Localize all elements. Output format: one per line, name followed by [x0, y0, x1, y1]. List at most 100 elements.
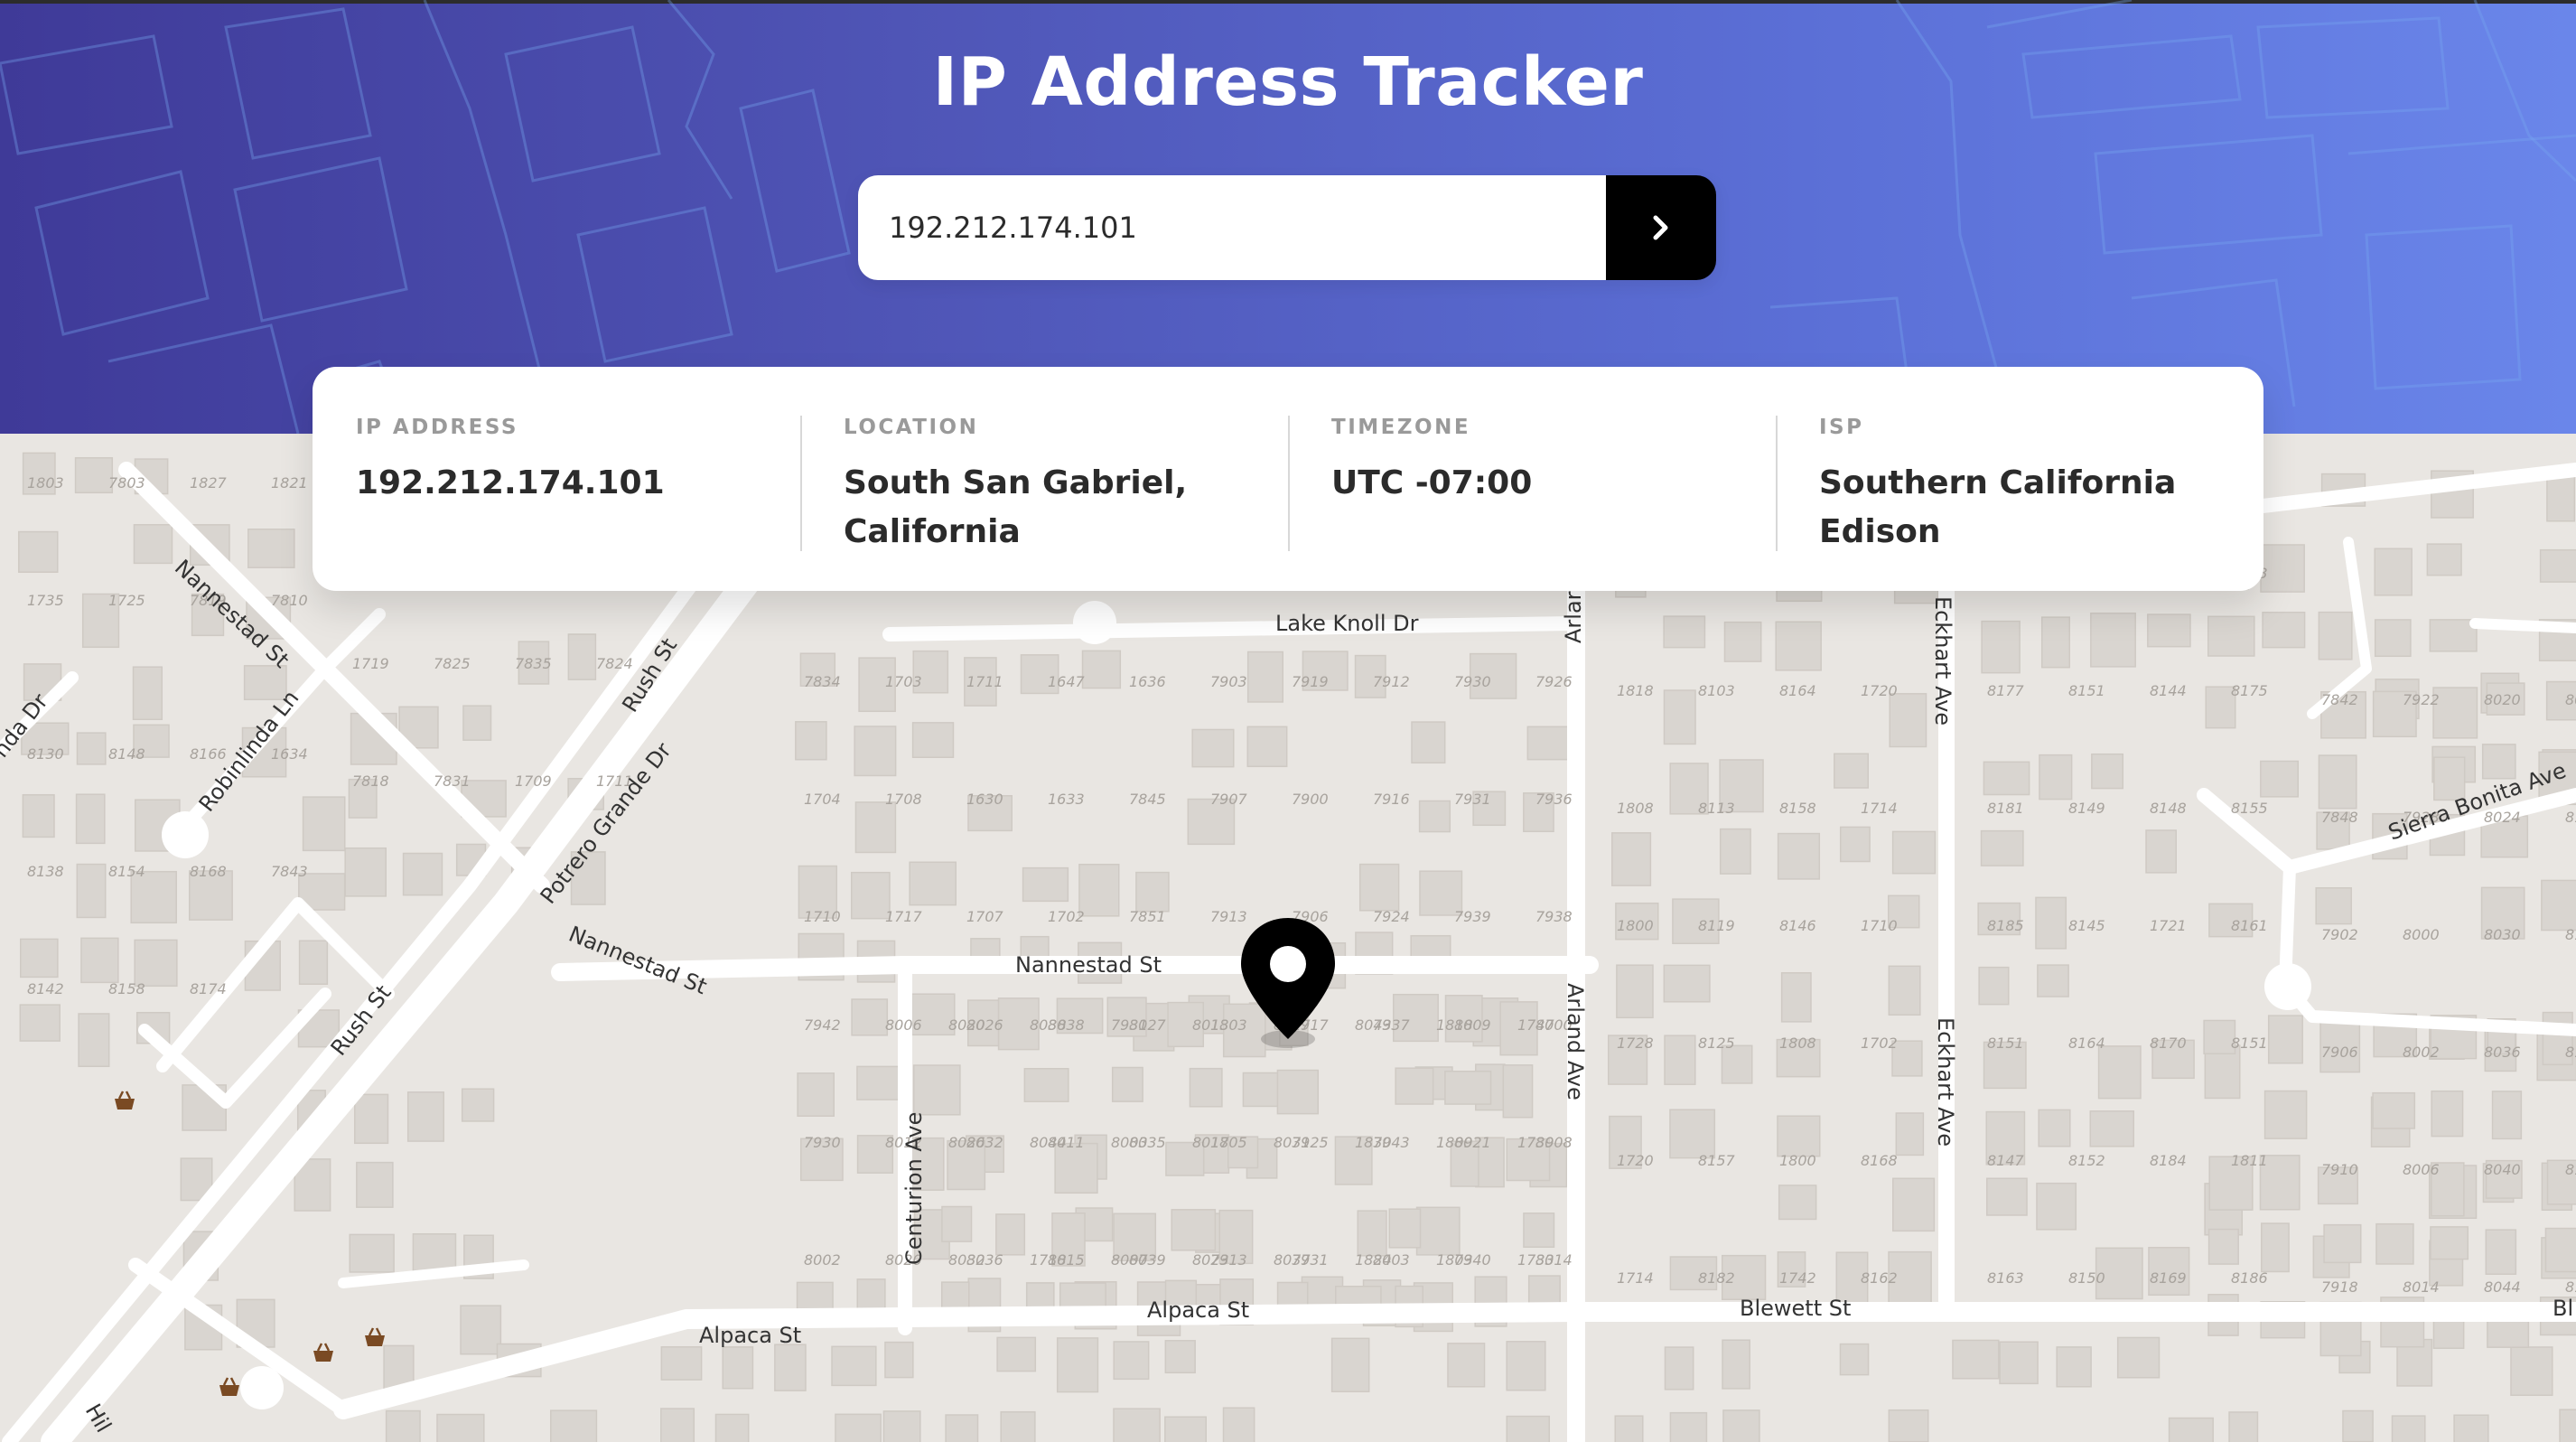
building-number: 1647 [1048, 673, 1086, 690]
building-number: 1703 [885, 673, 922, 690]
building [1777, 832, 1821, 880]
building [1888, 965, 1921, 1016]
street-label: Nannestad St [1015, 952, 1162, 978]
building [1357, 1210, 1387, 1257]
street-label: Arland Ave [1563, 983, 1588, 1100]
building [1614, 1415, 1644, 1442]
building [1891, 830, 1937, 875]
building-number: 7843 [271, 863, 308, 880]
building [78, 1013, 110, 1068]
cul-de-sac [162, 811, 209, 858]
building [1980, 829, 2024, 866]
street-label: Lake Knoll Dr [1275, 611, 1419, 636]
building [1330, 1337, 1370, 1392]
building-number: 1708 [885, 791, 922, 808]
building-number: 7842 [2321, 691, 2358, 708]
building [2116, 1336, 2161, 1379]
building-number: 8148 [2150, 800, 2187, 817]
building [1506, 1341, 1546, 1391]
building [354, 1093, 389, 1145]
isp-label: ISP [1819, 416, 1864, 439]
building-number: 7906 [2321, 1044, 2358, 1061]
building [1719, 828, 1751, 875]
building-number: 1821 [271, 474, 308, 492]
building [2267, 1015, 2303, 1064]
ip-search-input[interactable] [858, 175, 1606, 280]
building [1722, 1409, 1760, 1442]
building-number: 7924 [1373, 908, 1410, 925]
building-number: 7919 [1292, 673, 1329, 690]
building [2040, 616, 2070, 669]
building-number: 8182 [1698, 1269, 1735, 1287]
building-number: 8006 [885, 1016, 922, 1034]
location-label: LOCATION [844, 416, 979, 439]
building [460, 1305, 502, 1355]
building-number: 7824 [596, 655, 633, 672]
building [941, 1205, 973, 1242]
building-number: 8006 [2403, 1161, 2440, 1178]
building-number: 1702 [1048, 908, 1085, 925]
building-number: 1824 [1355, 1251, 1392, 1269]
building-number: 1720 [1861, 682, 1898, 699]
building [856, 1065, 900, 1100]
building [2038, 1109, 2071, 1147]
building [2261, 1222, 2290, 1273]
building [76, 863, 107, 919]
building [1191, 728, 1235, 768]
ip-address-value: 192.212.174.101 [356, 464, 665, 501]
building-number: 8138 [27, 863, 64, 880]
search-submit-button[interactable] [1606, 175, 1716, 280]
building [2323, 1223, 2362, 1264]
building [2260, 760, 2300, 798]
building-number: 1747 [1517, 1016, 1555, 1034]
building-number: 8158 [108, 980, 145, 997]
building-number: 8147 [1987, 1152, 2025, 1169]
building [402, 852, 443, 896]
street-label: Blewett St [1740, 1296, 1851, 1321]
building-number: 7825 [434, 655, 471, 672]
building-number: 7902 [2321, 926, 2358, 943]
building-number: 1711 [966, 673, 1003, 690]
building [1978, 966, 2010, 1006]
building [1981, 620, 2021, 674]
building [2039, 754, 2073, 801]
building-number: 8152 [2068, 1152, 2105, 1169]
building [2539, 548, 2576, 583]
building [1506, 1415, 1550, 1442]
building [912, 1064, 961, 1116]
building [1834, 753, 1870, 789]
building-number: 8170 [2150, 1035, 2187, 1052]
building-number: 8026 [2565, 691, 2576, 708]
building [1892, 1177, 1936, 1232]
building [134, 939, 178, 988]
building [2318, 754, 2357, 810]
building [835, 1413, 882, 1442]
building-number: 8142 [27, 980, 64, 997]
building-number: 1636 [1129, 673, 1166, 690]
building-number: 8020 [2484, 691, 2521, 708]
building [2089, 1110, 2134, 1147]
building-number: 8175 [2231, 682, 2268, 699]
building [1669, 1411, 1708, 1442]
building [2481, 744, 2516, 780]
location-pin-icon[interactable] [1237, 914, 1339, 1050]
building [20, 938, 59, 978]
building-number: 8014 [2403, 1278, 2440, 1296]
building [1388, 1208, 1422, 1249]
building-number: 1707 [966, 908, 1004, 925]
building-number: 8157 [1698, 1152, 1736, 1169]
building-number: 8148 [108, 745, 145, 763]
building-number: 8037 [1274, 1251, 1311, 1269]
building [996, 1336, 1037, 1372]
building [995, 1213, 1026, 1256]
building-number: 7900 [1292, 791, 1329, 808]
building-number: 8044 [2484, 1278, 2521, 1296]
building-number: 8112 [2565, 1044, 2576, 1061]
building-number: 1803 [27, 474, 64, 492]
building-number: 8007 [1111, 1251, 1149, 1269]
building-number: 7931 [1111, 1016, 1148, 1034]
building-number: 8154 [108, 863, 145, 880]
building [1078, 864, 1120, 917]
building-number: 1742 [1779, 1269, 1816, 1287]
building-number: 8155 [2231, 800, 2268, 817]
